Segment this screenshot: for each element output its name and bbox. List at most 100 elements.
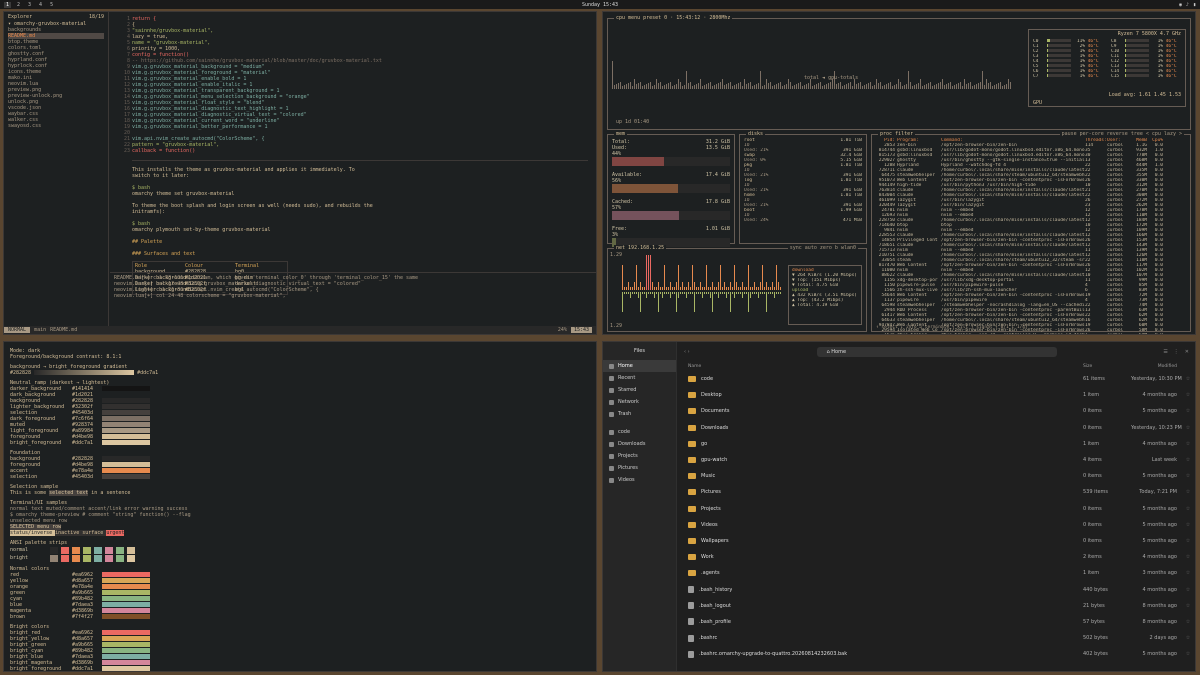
process-box-title: proc filter — [878, 131, 916, 137]
sidebar-item-videos[interactable]: Videos — [603, 474, 676, 486]
cpu-graph-bar — [924, 85, 925, 89]
file-row[interactable]: gpu-watch 4 items Last week ☆ — [678, 452, 1195, 468]
net-download-bar — [650, 255, 651, 290]
star-icon[interactable]: ☆ — [1181, 554, 1195, 560]
btop-window[interactable]: cpu menu preset 0 · 15:43:12 · 2800Mhz t… — [602, 11, 1196, 335]
cpu-graph-bar — [712, 86, 713, 89]
cpu-graph-bar — [816, 84, 817, 89]
net-upload-bar — [706, 292, 707, 294]
column-name[interactable]: Name — [678, 364, 1083, 369]
sidebar-item-code[interactable]: code — [603, 426, 676, 438]
wifi-icon[interactable]: ◉ — [1179, 2, 1182, 8]
file-modified: Yesterday, 10:30 PM — [1131, 376, 1182, 383]
star-icon[interactable]: ☆ — [1181, 651, 1195, 657]
star-icon[interactable]: ☆ — [1181, 619, 1195, 625]
swatch-hex: #ddc7a1 — [72, 666, 94, 672]
net-download-bar — [704, 287, 705, 290]
process-box[interactable]: proc filter pause per-core reverse tree … — [871, 131, 1191, 334]
process-row[interactable]: 1515dbus-brokerdbus-broker --log 10 --co… — [875, 333, 1187, 334]
star-icon[interactable]: ☆ — [1181, 489, 1195, 495]
sidebar-item-recent[interactable]: Recent — [603, 372, 676, 384]
files-window[interactable]: Files Home Recent Starred Network Trash code… — [602, 341, 1196, 672]
net-sync-mode[interactable]: sync auto zero — [790, 245, 832, 251]
file-row[interactable]: .agents 1 item 3 months ago ☆ — [678, 565, 1195, 581]
volume-icon[interactable]: ♪ — [1186, 2, 1189, 8]
star-icon[interactable]: ☆ — [1181, 473, 1195, 479]
file-row[interactable]: Pictures 539 items Today, 7:21 PM ☆ — [678, 484, 1195, 500]
view-toggle-icon[interactable]: ☰ — [1163, 349, 1167, 355]
system-tray[interactable]: ◉ ♪ ▮ — [1179, 2, 1196, 8]
column-modified[interactable]: Modified — [1131, 364, 1181, 369]
file-row[interactable]: .bash_profile 57 bytes 8 months ago ☆ — [678, 614, 1195, 630]
file-row[interactable]: Music 0 items 5 months ago ☆ — [678, 468, 1195, 484]
sidebar-item-pictures[interactable]: Pictures — [603, 462, 676, 474]
file-row[interactable]: Wallpapers 0 items 5 months ago ☆ — [678, 533, 1195, 549]
sidebar-item-projects[interactable]: Projects — [603, 450, 676, 462]
cpu-graph-bar — [884, 85, 885, 89]
file-row[interactable]: .bashrc.omarchy-upgrade-to-quattro.20260… — [678, 646, 1195, 662]
file-name-cell: go — [678, 440, 1083, 447]
sidebar-item-trash[interactable]: Trash — [603, 408, 676, 420]
swatch-color — [102, 474, 150, 479]
column-size[interactable]: Size — [1083, 364, 1131, 369]
file-modified: 5 months ago — [1142, 505, 1178, 512]
folder-icon — [688, 473, 696, 480]
file-row[interactable]: .bash_logout 21 bytes 8 months ago ☆ — [678, 598, 1195, 614]
net-upload-bar — [768, 292, 769, 294]
sidebar-item-downloads[interactable]: Downloads — [603, 438, 676, 450]
sidebar-item-network[interactable]: Network — [603, 396, 676, 408]
file-row[interactable]: go 1 item 4 months ago ☆ — [678, 436, 1195, 452]
file-row[interactable]: Desktop 1 item 4 months ago ☆ — [678, 387, 1195, 403]
sidebar-item-home[interactable]: Home — [603, 360, 676, 372]
file-row[interactable]: .bashrc 502 bytes 2 days ago ☆ — [678, 630, 1195, 646]
star-icon[interactable]: ☆ — [1181, 587, 1195, 593]
file-row[interactable]: Projects 0 items 5 months ago ☆ — [678, 501, 1195, 517]
star-icon[interactable]: ☆ — [1181, 425, 1195, 431]
code-editor[interactable]: 1 2 3 4 5 6 7 8 9 10 11 12 13 14 15 16 17 18 19 20 21 22 23 re… — [110, 12, 596, 295]
back-forward-icon[interactable]: ‹ › — [684, 349, 690, 355]
cpu-graph-bar — [852, 86, 853, 89]
cpu-graph-bar — [722, 79, 723, 89]
star-icon[interactable]: ☆ — [1181, 522, 1195, 528]
net-interface[interactable]: b wlan0 — [835, 245, 856, 251]
file-row[interactable]: Videos 0 items 5 months ago ☆ — [678, 517, 1195, 533]
process-cell: 1 — [1085, 333, 1107, 334]
neovim-window[interactable]: Explorer 18/19 ▾ omarchy-gruvbox-material… — [3, 11, 597, 335]
file-row[interactable]: Downloads 0 items Yesterday, 10:23 PM ☆ — [678, 420, 1195, 436]
tree-item[interactable]: swayosd.css — [8, 123, 104, 129]
menu-icon[interactable]: ⋮ — [1174, 349, 1179, 355]
file-row[interactable]: Work 2 items 4 months ago ☆ — [678, 549, 1195, 565]
cpu-graph-bar — [972, 86, 973, 89]
star-icon[interactable]: ☆ — [1181, 392, 1195, 398]
disk-value: 471 MiB — [843, 218, 862, 223]
cpu-graph-bar — [942, 79, 943, 89]
theme-preview-terminal[interactable]: Mode: dark Foreground/background contrast… — [3, 341, 597, 672]
net-download-bar — [684, 287, 685, 290]
disk-value: 1.99 GiB — [840, 208, 862, 213]
cpu-graph-bar — [1000, 82, 1001, 89]
close-icon[interactable]: ✕ — [1185, 349, 1189, 355]
star-icon[interactable]: ☆ — [1181, 457, 1195, 463]
cpu-graph-bar — [648, 83, 649, 89]
file-row[interactable]: code 61 items Yesterday, 10:30 PM ☆ — [678, 371, 1195, 387]
star-icon[interactable]: ☆ — [1181, 441, 1195, 447]
file-row[interactable]: Documents 0 items 5 months ago ☆ — [678, 403, 1195, 419]
star-icon[interactable]: ☆ — [1181, 376, 1195, 382]
star-icon[interactable]: ☆ — [1181, 635, 1195, 641]
battery-icon[interactable]: ▮ — [1193, 2, 1196, 8]
star-icon[interactable]: ☆ — [1181, 570, 1195, 576]
cpu-graph-bar — [842, 86, 843, 89]
star-icon[interactable]: ☆ — [1181, 506, 1195, 512]
file-row[interactable]: .bash_history 440 bytes 4 months ago ☆ — [678, 581, 1195, 597]
star-icon[interactable]: ☆ — [1181, 538, 1195, 544]
process-options[interactable]: pause per-core reverse tree < cpu lazy > — [1059, 131, 1184, 137]
star-icon[interactable]: ☆ — [1181, 408, 1195, 414]
star-icon[interactable]: ☆ — [1181, 603, 1195, 609]
sidebar-item-starred[interactable]: Starred — [603, 384, 676, 396]
cpu-graph-bar — [900, 82, 901, 89]
core-name: C15 — [1111, 74, 1120, 79]
code-buffer[interactable]: return { { "sainnhe/gruvbox-material", l… — [132, 16, 588, 295]
sidebar-item-label: Trash — [618, 411, 632, 417]
swatch-color — [102, 596, 150, 601]
location-bar[interactable]: ⌂ Home — [816, 347, 1057, 357]
